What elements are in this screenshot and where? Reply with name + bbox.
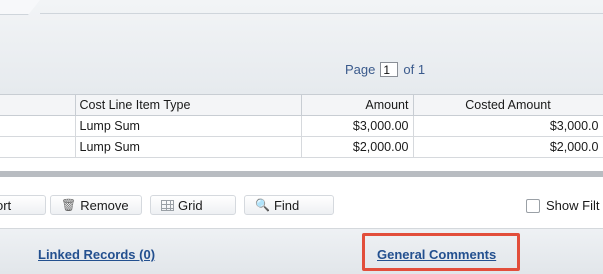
search-icon: 🔍 bbox=[255, 198, 270, 212]
table-row[interactable]: Lump Sum $2,000.00 $2,000.0 bbox=[0, 136, 603, 158]
tab-linked-records[interactable]: Linked Records (0) bbox=[38, 247, 155, 262]
grid-button-label: Grid bbox=[178, 197, 203, 213]
table-cell-amount: $2,000.00 bbox=[301, 136, 414, 158]
table-cell-leading bbox=[0, 115, 76, 137]
remove-button-label: Remove bbox=[80, 197, 129, 213]
highlight-annotation-box bbox=[362, 233, 520, 271]
column-header-cost-line-item-type[interactable]: Cost Line Item Type bbox=[75, 94, 302, 116]
grid-icon bbox=[161, 199, 174, 211]
divider bbox=[40, 13, 603, 14]
show-filter-toggle[interactable]: Show Filt bbox=[526, 198, 599, 213]
trash-icon: 🗑 bbox=[61, 198, 77, 212]
find-button[interactable]: 🔍 Find bbox=[244, 195, 334, 215]
page-number-input[interactable] bbox=[380, 62, 399, 77]
pager-of-label: of 1 bbox=[403, 62, 426, 77]
export-button-label: ort bbox=[0, 197, 12, 213]
top-panel: Page of 1 bbox=[0, 0, 603, 94]
table-cell-costed-amount: $3,000.0 bbox=[413, 115, 603, 137]
find-button-label: Find bbox=[273, 197, 300, 213]
table-cell-leading bbox=[0, 136, 76, 158]
separator-bar bbox=[0, 171, 603, 177]
column-header-amount[interactable]: Amount bbox=[301, 94, 414, 116]
pager: Page of 1 bbox=[345, 62, 425, 77]
show-filter-checkbox[interactable] bbox=[526, 198, 540, 213]
export-button[interactable]: ort bbox=[0, 195, 46, 215]
tab-shape bbox=[0, 0, 40, 15]
table-row[interactable]: Lump Sum $3,000.00 $3,000.0 bbox=[0, 115, 603, 137]
column-header-costed-amount[interactable]: Costed Amount bbox=[413, 94, 603, 116]
remove-button[interactable]: 🗑 Remove bbox=[50, 195, 142, 215]
table-cell-costed-amount: $2,000.0 bbox=[413, 136, 603, 158]
table-header-row: Cost Line Item Type Amount Costed Amount bbox=[0, 94, 603, 116]
table-cell-amount: $3,000.00 bbox=[301, 115, 414, 137]
grid-button[interactable]: Grid bbox=[150, 195, 236, 215]
cost-line-items-table: Cost Line Item Type Amount Costed Amount… bbox=[0, 94, 603, 158]
pager-label: Page bbox=[345, 62, 376, 77]
table-cell-type: Lump Sum bbox=[75, 115, 302, 137]
toolbar: ort 🗑 Remove Grid 🔍 Find Show Filt bbox=[0, 178, 603, 229]
column-header-leading[interactable] bbox=[0, 94, 76, 116]
table-cell-type: Lump Sum bbox=[75, 136, 302, 158]
show-filter-label: Show Filt bbox=[546, 198, 600, 213]
